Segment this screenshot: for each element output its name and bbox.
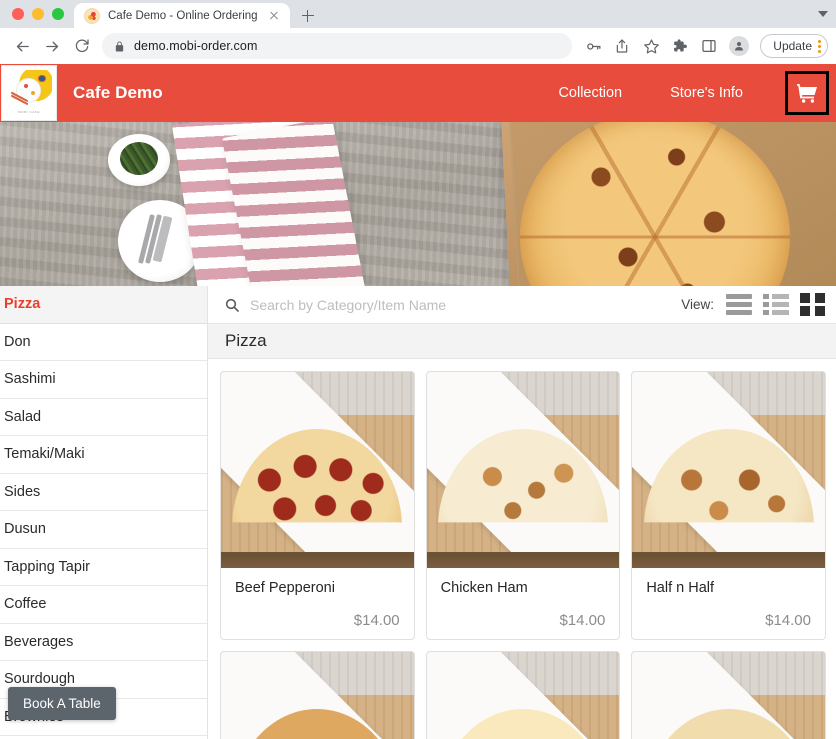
view-label: View:: [681, 297, 714, 312]
search-input[interactable]: [250, 296, 682, 313]
main-content: View: Pizza Beef Pepperoni$14.00Chicken …: [208, 286, 836, 739]
sidebar-item-tapping-tapir[interactable]: Tapping Tapir: [0, 549, 207, 586]
product-name: Beef Pepperoni: [235, 580, 335, 596]
product-card[interactable]: Chicken Ham $14.00: [425, 371, 621, 640]
sidebar-item-dusun[interactable]: Dusun: [0, 511, 207, 549]
sidebar-item-pizza[interactable]: Pizza: [0, 286, 207, 324]
product-price: $14.00: [559, 612, 606, 629]
side-panel-icon[interactable]: [696, 33, 722, 59]
view-toggle-group: View:: [681, 292, 826, 317]
browser-tab[interactable]: Cafe Demo - Online Ordering: [74, 3, 290, 28]
search-toolbar: View:: [208, 286, 836, 324]
key-icon[interactable]: [580, 33, 606, 59]
product-price: $14.00: [353, 612, 400, 629]
tab-strip: Cafe Demo - Online Ordering: [0, 0, 836, 28]
product-card[interactable]: Half n Half $14.00: [631, 371, 826, 640]
product-name: Half n Half: [646, 580, 715, 596]
maximize-window-button[interactable]: [52, 8, 64, 20]
close-icon[interactable]: [266, 8, 282, 24]
star-icon[interactable]: [638, 33, 664, 59]
back-arrow-icon[interactable]: [8, 32, 36, 60]
sidebar-item-beverages[interactable]: Beverages: [0, 624, 207, 661]
browser-toolbar: demo.mobi-order.com Update: [0, 28, 836, 64]
close-window-button[interactable]: [12, 8, 24, 20]
product-card[interactable]: [425, 651, 621, 739]
browser-chrome: Cafe Demo - Online Ordering demo.mobi-or…: [0, 0, 836, 64]
category-list: Pizza Don Sashimi Salad Temaki/Maki Sides Dusu…: [0, 286, 207, 736]
tab-title: Cafe Demo - Online Ordering: [108, 9, 258, 22]
product-image: [426, 372, 620, 568]
extensions-puzzle-icon[interactable]: [667, 33, 693, 59]
product-grid-scroll[interactable]: Beef Pepperoni $14.00 Chicken Ham $14.00 Hal…: [208, 359, 836, 739]
tab-favicon-icon: [84, 7, 100, 24]
product-image: [632, 652, 825, 739]
product-card[interactable]: [631, 651, 826, 739]
site-header: MOBI CAFE Cafe Demo Collection Store's I…: [0, 64, 836, 122]
cafe-logo-icon: MOBI CAFE: [6, 70, 52, 116]
address-bar[interactable]: demo.mobi-order.com: [102, 33, 573, 59]
view-grid-button[interactable]: [800, 292, 826, 317]
window-traffic-lights: [8, 0, 74, 28]
product-info: Beef Pepperoni $14.00: [221, 568, 414, 639]
new-tab-button[interactable]: [294, 3, 322, 28]
page-body: Pizza Don Sashimi Salad Temaki/Maki Sides Dusu…: [0, 286, 836, 739]
product-image: [426, 652, 620, 739]
forward-arrow-icon[interactable]: [38, 32, 66, 60]
update-label: Update: [773, 39, 812, 53]
product-image: [221, 652, 414, 739]
hero-banner: [0, 122, 836, 286]
update-button[interactable]: Update: [760, 34, 828, 58]
product-card[interactable]: Beef Pepperoni $14.00: [220, 371, 415, 640]
shopping-cart-icon: [794, 81, 820, 105]
toolbar-icon-group: Update: [580, 33, 828, 59]
product-price: $14.00: [765, 612, 811, 629]
cart-button[interactable]: [785, 71, 829, 115]
sidebar-item-salad[interactable]: Salad: [0, 399, 207, 436]
book-a-table-button[interactable]: Book A Table: [8, 687, 116, 720]
sidebar-item-temaki-maki[interactable]: Temaki/Maki: [0, 436, 207, 474]
lock-icon: [114, 40, 125, 53]
nav-collection[interactable]: Collection: [534, 85, 646, 101]
hero-herb-bowl: [108, 134, 170, 186]
search-icon: [224, 297, 240, 313]
profile-avatar-icon[interactable]: [729, 36, 750, 56]
view-list-detail-button[interactable]: [763, 293, 789, 317]
logo-caption: MOBI CAFE: [18, 109, 40, 114]
share-icon[interactable]: [609, 33, 635, 59]
sidebar-item-sides[interactable]: Sides: [0, 474, 207, 511]
section-title: Pizza: [208, 324, 836, 359]
product-name: Chicken Ham: [440, 580, 528, 596]
brand-name: Cafe Demo: [73, 83, 163, 102]
product-image: [632, 372, 825, 568]
nav-stores-info[interactable]: Store's Info: [646, 85, 767, 101]
view-list-button[interactable]: [726, 293, 752, 317]
url-text: demo.mobi-order.com: [134, 39, 258, 53]
product-info: Chicken Ham $14.00: [427, 568, 620, 639]
site-nav: Collection Store's Info: [534, 64, 836, 122]
sidebar-item-don[interactable]: Don: [0, 324, 207, 361]
category-sidebar: Pizza Don Sashimi Salad Temaki/Maki Sides Dusu…: [0, 286, 208, 739]
reload-icon[interactable]: [68, 32, 96, 60]
sidebar-item-sashimi[interactable]: Sashimi: [0, 361, 207, 399]
more-options-icon[interactable]: [818, 39, 821, 53]
sidebar-item-coffee[interactable]: Coffee: [0, 586, 207, 624]
chevron-down-icon[interactable]: [818, 11, 828, 17]
product-image: [221, 372, 414, 568]
tabstrip-right: [818, 0, 836, 28]
product-grid: Beef Pepperoni $14.00 Chicken Ham $14.00 Hal…: [220, 371, 826, 739]
minimize-window-button[interactable]: [32, 8, 44, 20]
product-card[interactable]: [220, 651, 415, 739]
brand-logo[interactable]: MOBI CAFE: [1, 65, 57, 121]
product-info: Half n Half $14.00: [632, 568, 825, 639]
